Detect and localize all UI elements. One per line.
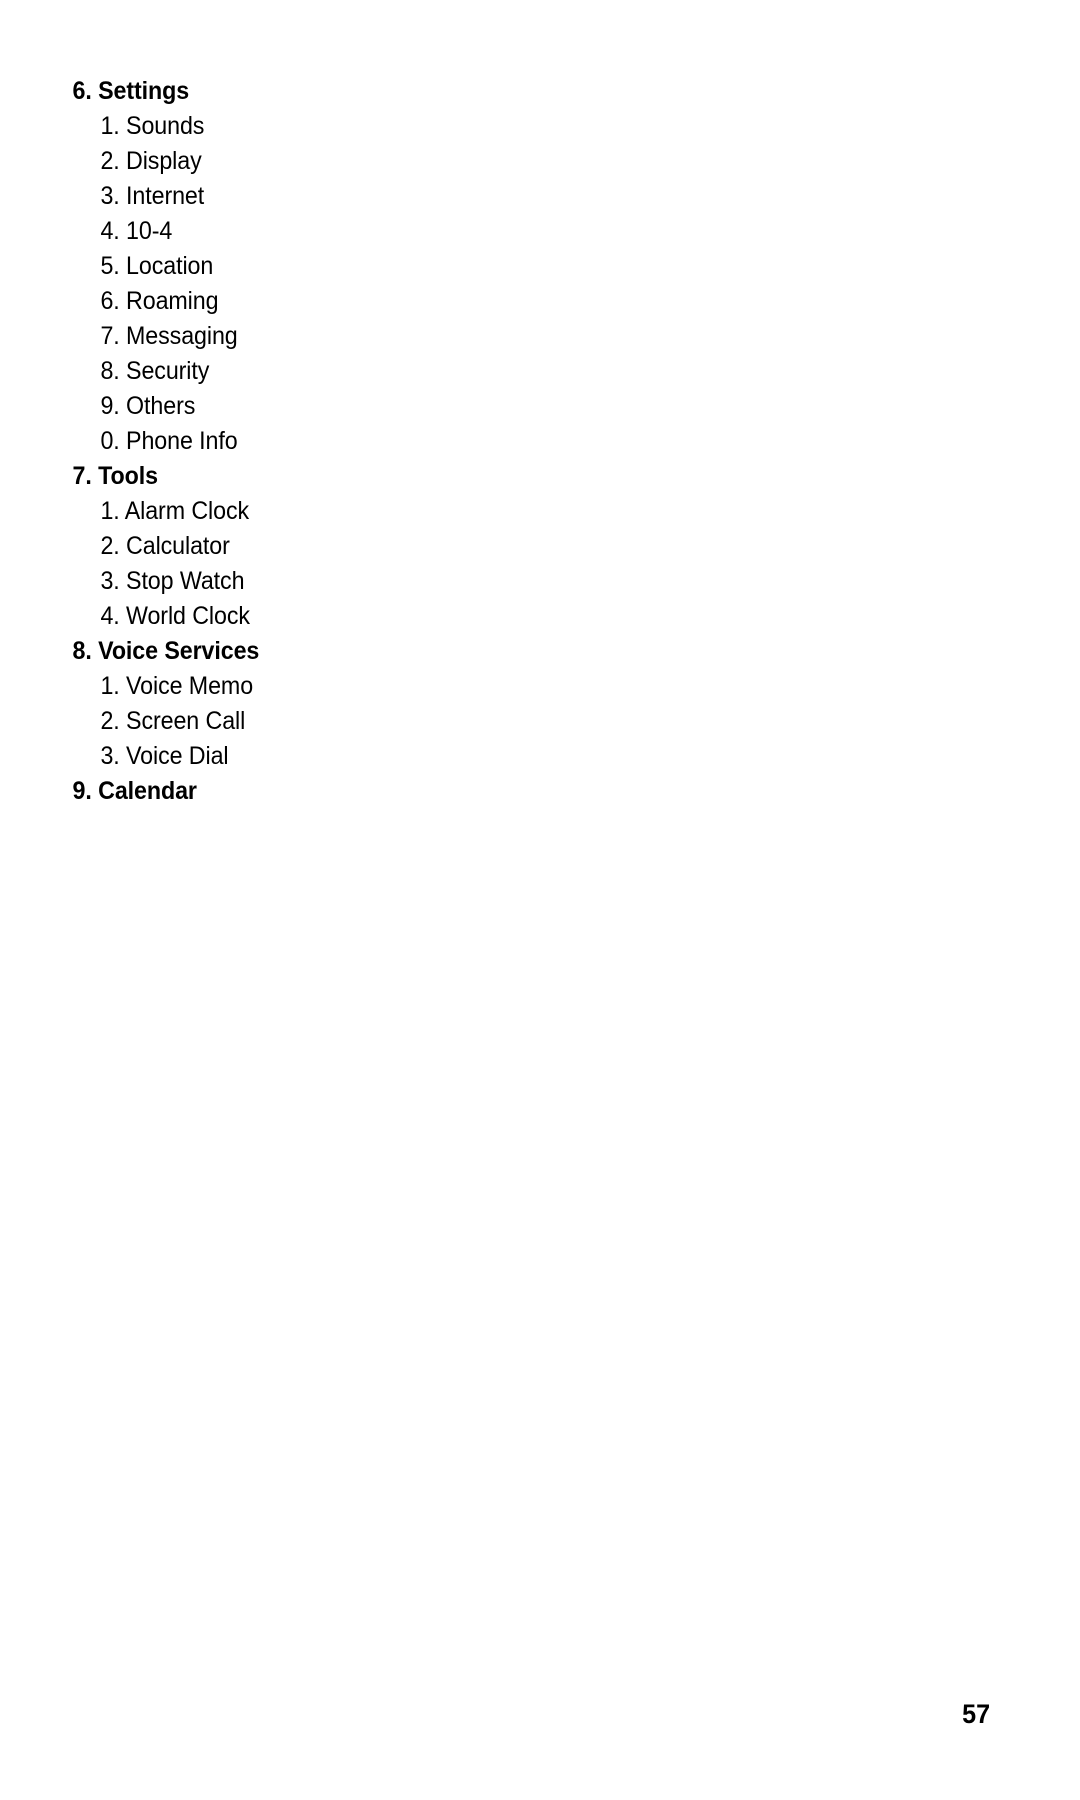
menu-item: 3. Voice Dial bbox=[0, 739, 1004, 774]
menu-item-label: Voice Memo bbox=[126, 672, 254, 700]
menu-item: 6. Roaming bbox=[0, 284, 1004, 319]
menu-item: 0. Phone Info bbox=[0, 424, 1004, 459]
section-heading: 9. Calendar bbox=[0, 774, 1004, 809]
menu-outline: 6. Settings 1. Sounds 2. Display 3. Interne… bbox=[0, 74, 1080, 809]
menu-item-number: 4. bbox=[100, 602, 120, 630]
menu-item-label: World Clock bbox=[126, 602, 250, 630]
menu-item-label: Security bbox=[126, 357, 210, 385]
menu-item-number: 9. bbox=[100, 392, 120, 420]
menu-item-label: Alarm Clock bbox=[124, 497, 250, 525]
menu-item-number: 3. bbox=[100, 182, 120, 210]
menu-item: 4. 10-4 bbox=[0, 214, 1004, 249]
menu-item-label: Others bbox=[126, 392, 196, 420]
menu-item-label: Phone Info bbox=[126, 427, 238, 455]
menu-item-label: Screen Call bbox=[126, 707, 246, 735]
menu-item-label: Stop Watch bbox=[126, 567, 245, 595]
document-page: 6. Settings 1. Sounds 2. Display 3. Interne… bbox=[0, 0, 1080, 1800]
menu-item-number: 0. bbox=[100, 427, 120, 455]
menu-item-label: Sounds bbox=[126, 112, 205, 140]
menu-item-number: 2. bbox=[100, 147, 120, 175]
menu-item: 5. Location bbox=[0, 249, 1004, 284]
menu-item-number: 1. bbox=[100, 672, 120, 700]
menu-item-label: Internet bbox=[126, 182, 205, 210]
menu-item-number: 3. bbox=[100, 567, 120, 595]
menu-item-label: Calculator bbox=[126, 532, 230, 560]
page-number: 57 bbox=[962, 1699, 990, 1729]
menu-item-label: Roaming bbox=[126, 287, 219, 315]
section-heading: 7. Tools bbox=[0, 459, 1004, 494]
section-number: 7. bbox=[72, 462, 92, 490]
menu-item-number: 8. bbox=[100, 357, 120, 385]
menu-item-label: 10-4 bbox=[126, 217, 173, 245]
menu-item-number: 6. bbox=[100, 287, 120, 315]
menu-item: 8. Security bbox=[0, 354, 1004, 389]
menu-item-label: Location bbox=[126, 252, 214, 280]
section-title: Tools bbox=[98, 462, 158, 490]
menu-item-number: 5. bbox=[100, 252, 120, 280]
menu-item: 2. Calculator bbox=[0, 529, 1004, 564]
menu-item-label: Display bbox=[126, 147, 202, 175]
menu-item: 1. Voice Memo bbox=[0, 669, 1004, 704]
section-title: Voice Services bbox=[98, 637, 260, 665]
section-heading: 6. Settings bbox=[0, 74, 1004, 109]
menu-item: 4. World Clock bbox=[0, 599, 1004, 634]
menu-item-label: Messaging bbox=[126, 322, 238, 350]
section-title: Settings bbox=[98, 77, 190, 105]
menu-item-number: 4. bbox=[100, 217, 120, 245]
section-number: 6. bbox=[72, 77, 92, 105]
menu-item: 2. Display bbox=[0, 144, 1004, 179]
menu-item: 9. Others bbox=[0, 389, 1004, 424]
section-title: Calendar bbox=[98, 777, 197, 805]
menu-item: 1. Sounds bbox=[0, 109, 1004, 144]
section-number: 9. bbox=[72, 777, 92, 805]
menu-item-number: 2. bbox=[100, 532, 120, 560]
menu-item-number: 1. bbox=[100, 497, 120, 525]
section-number: 8. bbox=[72, 637, 92, 665]
menu-item: 1. Alarm Clock bbox=[0, 494, 1004, 529]
menu-item: 2. Screen Call bbox=[0, 704, 1004, 739]
menu-item-number: 2. bbox=[100, 707, 120, 735]
menu-item: 3. Internet bbox=[0, 179, 1004, 214]
section-heading: 8. Voice Services bbox=[0, 634, 1004, 669]
menu-item: 3. Stop Watch bbox=[0, 564, 1004, 599]
menu-item-number: 3. bbox=[100, 742, 120, 770]
menu-item: 7. Messaging bbox=[0, 319, 1004, 354]
menu-item-number: 7. bbox=[100, 322, 120, 350]
menu-item-label: Voice Dial bbox=[126, 742, 229, 770]
menu-item-number: 1. bbox=[100, 112, 120, 140]
